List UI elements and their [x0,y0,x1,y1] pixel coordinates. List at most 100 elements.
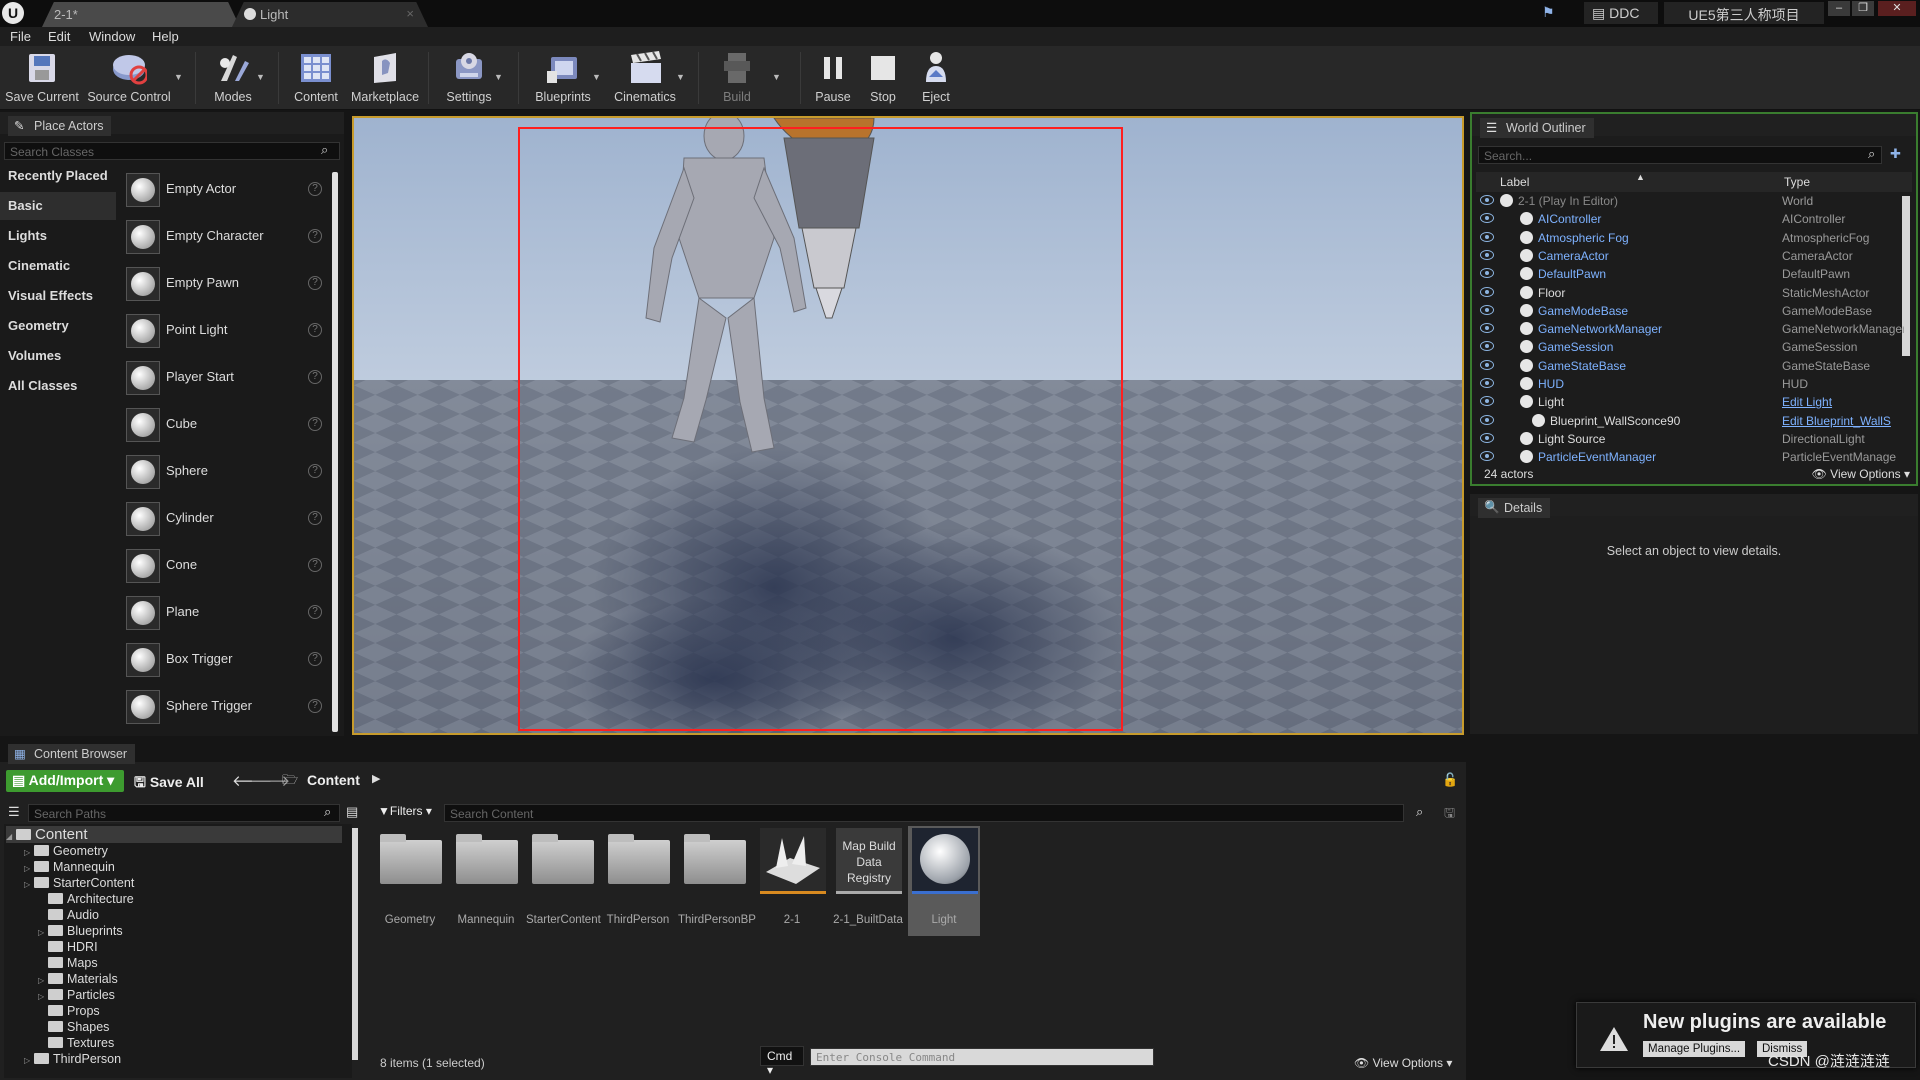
content-tree-item[interactable]: Shapes [38,1020,109,1034]
outliner-row[interactable]: Floor StaticMeshActor [1476,284,1908,302]
outliner-search-input[interactable]: Search... [1478,146,1882,164]
content-button[interactable]: Content [288,50,344,108]
outliner-row-type[interactable]: Edit Light [1782,395,1904,409]
visibility-eye-icon[interactable] [1480,451,1494,462]
outliner-row[interactable]: GameModeBase GameModeBase [1476,302,1908,320]
expand-arrow-icon[interactable]: ▷ [24,880,34,889]
content-tree-item[interactable]: Audio [38,908,99,922]
save-all-button[interactable]: 🖫 Save All [134,772,204,796]
outliner-row[interactable]: DefaultPawn DefaultPawn [1476,265,1908,283]
add-filter-icon[interactable]: ✚ [1890,146,1901,162]
cmd-dropdown[interactable]: Cmd ▾ [760,1046,804,1077]
outliner-row[interactable]: Light Edit Light [1476,393,1908,411]
visibility-eye-icon[interactable] [1480,304,1494,315]
expand-arrow-icon[interactable]: ▷ [24,1056,34,1065]
search-icon[interactable]: ⌕ [1868,146,1875,162]
blueprint-tab[interactable]: Light × [232,2,428,27]
outliner-row[interactable]: CameraActor CameraActor [1476,247,1908,265]
actor-item[interactable]: Empty Actor? [124,168,324,212]
outliner-row[interactable]: Light Source DirectionalLight [1476,430,1908,448]
actor-item[interactable]: Point Light? [124,309,324,353]
visibility-eye-icon[interactable] [1480,213,1494,224]
asset-tile[interactable]: StarterContent [526,826,601,936]
category-all-classes[interactable]: All Classes [0,372,116,400]
category-geometry[interactable]: Geometry [0,312,116,340]
content-tree-item[interactable]: Architecture [38,892,134,906]
actor-item[interactable]: Box Trigger? [124,638,324,682]
help-icon[interactable]: ? [308,370,322,384]
paths-scrollbar[interactable] [352,828,358,1060]
help-icon[interactable]: ? [308,699,322,713]
source-control-button[interactable]: Source Control [86,50,172,108]
content-tree-item[interactable]: HDRI [38,940,98,954]
cinematics-button[interactable]: Cinematics [612,50,678,108]
expand-arrow-icon[interactable]: ▷ [24,864,34,873]
view-options-button[interactable]: 👁 View Options ▾ [1812,467,1910,481]
actor-item[interactable]: Empty Character? [124,215,324,259]
actor-item[interactable]: Cone? [124,544,324,588]
content-tree-item[interactable]: Maps [38,956,98,970]
category-visual-effects[interactable]: Visual Effects [0,282,116,310]
marketplace-button[interactable]: Marketplace [350,50,420,108]
visibility-eye-icon[interactable] [1480,286,1494,297]
category-lights[interactable]: Lights [0,222,116,250]
outliner-row[interactable]: Atmospheric Fog AtmosphericFog [1476,229,1908,247]
outliner-row[interactable]: GameSession GameSession [1476,338,1908,356]
blueprints-button[interactable]: Blueprints [530,50,596,108]
search-classes-input[interactable]: Search Classes [4,142,340,160]
outliner-row[interactable]: GameNetworkManager GameNetworkManager [1476,320,1908,338]
actor-item[interactable]: Empty Pawn? [124,262,324,306]
save-search-icon[interactable]: 🖫 [1444,804,1455,826]
outliner-row[interactable]: GameStateBase GameStateBase [1476,357,1908,375]
lock-icon[interactable]: 🔓 [1442,772,1458,788]
menu-edit[interactable]: Edit [48,29,70,44]
sources-toggle-icon[interactable]: ☰ [8,804,20,820]
add-import-button[interactable]: ▤ Add/Import ▾ [6,770,124,792]
label-column-header[interactable]: Label [1500,175,1529,189]
visibility-eye-icon[interactable] [1480,359,1494,370]
search-icon[interactable]: ⌕ [321,142,328,158]
help-icon[interactable]: ? [308,605,322,619]
content-tree-item[interactable]: ▷ Geometry [24,844,108,858]
asset-tile[interactable]: Map Build Data Registry 2-1_BuiltData [832,826,904,936]
search-icon[interactable]: ⌕ [324,804,331,820]
outliner-row[interactable]: HUD HUD [1476,375,1908,393]
asset-tile[interactable]: ThirdPerson [602,826,674,936]
blueprints-dropdown-icon[interactable]: ▼ [592,72,601,82]
outliner-row[interactable]: AIController AIController [1476,210,1908,228]
expand-arrow-icon[interactable]: ▷ [38,992,48,1001]
outliner-row[interactable]: 2-1 (Play In Editor) World [1476,192,1908,210]
modes-button[interactable]: Modes [206,50,260,108]
category-volumes[interactable]: Volumes [0,342,116,370]
help-icon[interactable]: ? [308,464,322,478]
eject-button[interactable]: Eject [914,50,958,108]
help-icon[interactable]: ? [308,276,322,290]
help-icon[interactable]: ? [308,229,322,243]
console-command-input[interactable]: Enter Console Command [810,1048,1154,1066]
settings-button[interactable]: Settings [440,50,498,108]
details-tab[interactable]: 🔍 Details [1478,498,1551,518]
build-dropdown-icon[interactable]: ▼ [772,72,781,82]
breadcrumb-content[interactable]: Content [307,772,360,788]
menu-help[interactable]: Help [152,29,179,44]
outliner-row-type[interactable]: Edit Blueprint_WallS [1782,414,1904,428]
maximize-icon[interactable]: ❐ [1852,1,1874,16]
world-outliner-tab[interactable]: ☰ World Outliner [1480,118,1594,138]
asset-tile[interactable]: Light [908,826,980,936]
visibility-eye-icon[interactable] [1480,378,1494,388]
minimize-icon[interactable]: – [1828,1,1850,16]
close-window-icon[interactable]: ✕ [1878,1,1916,16]
asset-tile[interactable]: Geometry [374,826,446,936]
menu-window[interactable]: Window [89,29,135,44]
save-current-button[interactable]: Save Current [4,50,80,108]
content-tree-item[interactable]: ▷ Particles [38,988,115,1002]
actor-item[interactable]: Sphere? [124,450,324,494]
visibility-eye-icon[interactable] [1480,268,1494,279]
search-paths-input[interactable]: Search Paths [28,804,340,822]
place-actors-tab[interactable]: ✎ Place Actors [8,116,112,136]
expand-arrow-icon[interactable]: ▷ [24,848,34,857]
type-column-header[interactable]: Type [1784,175,1810,189]
content-tree-item[interactable]: ▷ ThirdPerson [24,1052,121,1066]
source-control-dropdown-icon[interactable]: ▼ [174,72,183,82]
close-tab-icon[interactable]: × [406,6,414,21]
